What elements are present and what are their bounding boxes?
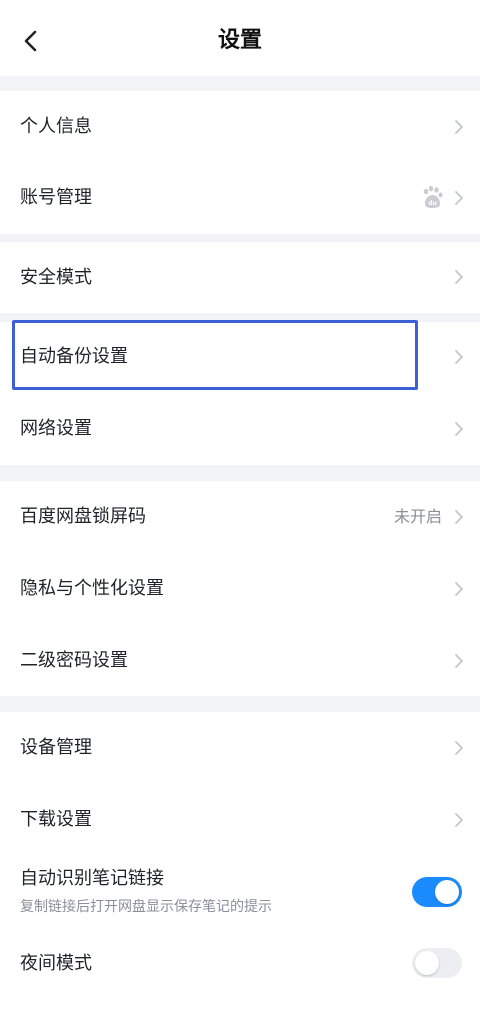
settings-item-label: 自动备份设置 <box>20 346 128 367</box>
settings-item-label: 设备管理 <box>20 737 92 758</box>
chevron-right-icon <box>452 188 466 208</box>
chevron-right-icon <box>452 419 466 439</box>
settings-item-account[interactable]: 账号管理 du <box>0 163 480 234</box>
settings-item-night-mode: 夜间模式 <box>0 928 480 1000</box>
settings-item-auto-backup[interactable]: 自动备份设置 <box>0 322 480 392</box>
settings-item-download[interactable]: 下载设置 <box>0 784 480 856</box>
settings-item-label: 隐私与个性化设置 <box>20 578 164 599</box>
settings-item-description: 复制链接后打开网盘显示保存笔记的提示 <box>20 899 272 915</box>
chevron-right-icon <box>452 810 466 830</box>
settings-item-label: 二级密码设置 <box>20 650 128 671</box>
page-title: 设置 <box>217 28 262 53</box>
header-bar: 设置 <box>0 0 480 76</box>
settings-item-note-link: 自动识别笔记链接 复制链接后打开网盘显示保存笔记的提示 <box>0 856 480 928</box>
section-divider <box>0 313 480 322</box>
settings-item-label: 夜间模式 <box>20 953 92 974</box>
settings-item-label: 安全模式 <box>20 267 92 288</box>
section-divider <box>0 696 480 712</box>
settings-item-label: 下载设置 <box>20 809 92 830</box>
toggle-knob <box>415 951 439 975</box>
settings-item-devices[interactable]: 设备管理 <box>0 712 480 784</box>
svg-text:du: du <box>428 200 437 207</box>
chevron-right-icon <box>452 117 466 137</box>
baidu-paw-icon: du <box>420 185 444 209</box>
chevron-right-icon <box>452 738 466 758</box>
settings-item-label: 账号管理 <box>20 187 92 208</box>
settings-item-label: 百度网盘锁屏码 <box>20 506 146 527</box>
settings-item-network[interactable]: 网络设置 <box>0 392 480 465</box>
chevron-right-icon <box>452 579 466 599</box>
toggle-knob <box>435 880 459 904</box>
note-link-toggle[interactable] <box>412 877 462 907</box>
night-mode-toggle[interactable] <box>412 948 462 978</box>
settings-item-privacy[interactable]: 隐私与个性化设置 <box>0 553 480 625</box>
settings-item-personal-info[interactable]: 个人信息 <box>0 91 480 163</box>
settings-item-label: 个人信息 <box>20 116 92 137</box>
settings-item-lock-code[interactable]: 百度网盘锁屏码 未开启 <box>0 481 480 553</box>
settings-item-label: 自动识别笔记链接 <box>20 868 164 889</box>
settings-item-label: 网络设置 <box>20 418 92 439</box>
section-divider <box>0 465 480 481</box>
settings-item-safe-mode[interactable]: 安全模式 <box>0 242 480 313</box>
section-divider <box>0 76 480 91</box>
chevron-right-icon <box>452 507 466 527</box>
chevron-right-icon <box>452 347 466 367</box>
chevron-right-icon <box>452 651 466 671</box>
lock-code-status: 未开启 <box>393 507 442 526</box>
chevron-right-icon <box>452 267 466 287</box>
section-divider <box>0 234 480 242</box>
settings-item-secondary-password[interactable]: 二级密码设置 <box>0 625 480 696</box>
